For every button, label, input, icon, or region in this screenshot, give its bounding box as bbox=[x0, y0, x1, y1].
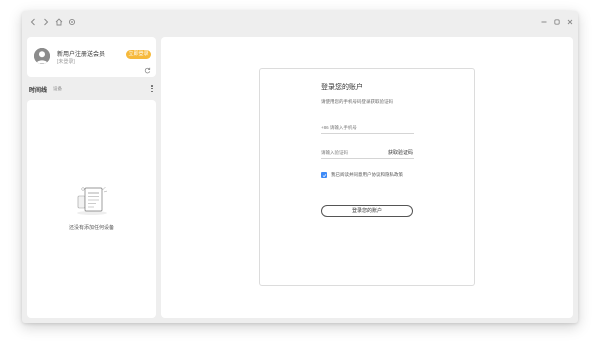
chevron-right-icon[interactable] bbox=[40, 16, 52, 28]
code-field: 获取验证码 bbox=[321, 147, 414, 159]
section-title: 时间线 bbox=[29, 88, 48, 94]
more-options-icon[interactable] bbox=[150, 84, 154, 93]
phone-input[interactable] bbox=[321, 122, 381, 132]
user-card[interactable]: 新用户注册送会员 [未登录] 立即登录 bbox=[27, 37, 156, 77]
login-description: 请使用您的手机号码登录获取验证码 bbox=[321, 99, 393, 104]
checkmark-icon bbox=[322, 173, 326, 177]
login-badge[interactable]: 立即登录 bbox=[126, 50, 151, 59]
app-window: 新用户注册送会员 [未登录] 立即登录 时间线 设备 还没有添加任何设备 登录您… bbox=[22, 11, 578, 323]
verification-code-input[interactable] bbox=[321, 147, 381, 157]
login-title: 登录您的账户 bbox=[321, 84, 363, 91]
refresh-icon[interactable] bbox=[144, 67, 151, 74]
agreement-checkbox[interactable] bbox=[321, 172, 327, 178]
agreement-row: 我已阅读并同意用户协议和隐私政策 bbox=[321, 172, 403, 178]
login-button[interactable]: 登录您的账户 bbox=[321, 205, 413, 217]
chevron-left-icon[interactable] bbox=[27, 16, 39, 28]
main-panel: 登录您的账户 请使用您的手机号码登录获取验证码 获取验证码 我已阅读并同意用户协… bbox=[161, 37, 573, 318]
avatar[interactable] bbox=[34, 48, 50, 64]
empty-list-illustration-icon bbox=[74, 184, 110, 216]
home-icon[interactable] bbox=[53, 16, 65, 28]
get-code-link[interactable]: 获取验证码 bbox=[388, 149, 413, 156]
login-card: 登录您的账户 请使用您的手机号码登录获取验证码 获取验证码 我已阅读并同意用户协… bbox=[259, 68, 475, 286]
minimize-icon[interactable] bbox=[538, 16, 550, 28]
user-name: 新用户注册送会员 bbox=[57, 52, 106, 58]
close-icon[interactable] bbox=[564, 16, 576, 28]
gear-icon[interactable] bbox=[66, 16, 78, 28]
agreement-text[interactable]: 我已阅读并同意用户协议和隐私政策 bbox=[331, 172, 403, 178]
title-bar bbox=[22, 11, 578, 33]
maximize-icon[interactable] bbox=[551, 16, 563, 28]
section-subtitle: 设备 bbox=[53, 86, 62, 91]
login-status-text: [未登录] bbox=[57, 59, 75, 65]
sidebar: 新用户注册送会员 [未登录] 立即登录 时间线 设备 还没有添加任何设备 bbox=[27, 37, 156, 318]
empty-list-text: 还没有添加任何设备 bbox=[68, 225, 114, 231]
device-list-panel: 还没有添加任何设备 bbox=[27, 100, 156, 318]
device-section-header: 时间线 设备 bbox=[27, 82, 156, 96]
phone-field bbox=[321, 122, 414, 134]
